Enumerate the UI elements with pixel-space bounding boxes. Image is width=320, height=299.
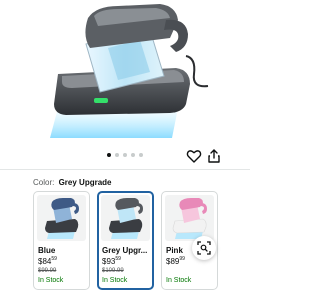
price-fraction: 59	[51, 256, 57, 262]
share-icon	[208, 149, 220, 163]
variant-availability: In Stock	[38, 277, 64, 284]
variant-thumbnail	[37, 195, 86, 241]
color-label-value: Grey Upgrade	[58, 178, 112, 187]
bed-vacuum-illustration	[50, 4, 209, 138]
visual-search-button[interactable]	[192, 236, 216, 260]
camera-search-icon	[197, 241, 211, 255]
variant-thumbnail-image	[172, 198, 207, 239]
price-fraction: 59	[115, 256, 121, 262]
variant-availability: In Stock	[166, 277, 192, 284]
price-whole: $89	[166, 257, 180, 266]
variant-list-price: $99.99	[38, 268, 57, 274]
variant-availability: In Stock	[102, 277, 128, 284]
heart-icon	[186, 150, 202, 163]
carousel-dot[interactable]	[115, 153, 119, 157]
price-whole: $93	[102, 257, 116, 266]
variant-list-price: $109.99	[102, 268, 124, 274]
variant-card-grey-upgrade[interactable]: Grey Upgr... $9359 $109.99 In Stock	[97, 191, 154, 290]
color-label-key: Color:	[33, 178, 55, 187]
carousel-dot[interactable]	[123, 153, 127, 157]
variant-thumbnail	[101, 195, 150, 241]
share-button[interactable]	[206, 148, 222, 164]
price-whole: $84	[38, 257, 52, 266]
variant-thumbnail-image	[45, 198, 79, 239]
variant-price: $9359	[102, 256, 121, 266]
color-selection-label: Color: Grey Upgrade	[33, 178, 111, 187]
product-image[interactable]	[0, 0, 250, 148]
section-divider	[0, 169, 250, 170]
carousel-dot-active[interactable]	[107, 153, 111, 157]
variant-price: $8999	[166, 256, 185, 266]
variant-name: Grey Upgr...	[102, 246, 148, 255]
variant-card-blue[interactable]: Blue $8459 $99.99 In Stock	[33, 191, 90, 290]
variant-name: Blue	[38, 246, 56, 255]
variant-thumbnail-image	[109, 198, 143, 239]
variant-thumbnail	[165, 195, 214, 241]
carousel-dot[interactable]	[139, 153, 143, 157]
carousel-dot[interactable]	[131, 153, 135, 157]
variant-price: $8459	[38, 256, 57, 266]
price-fraction: 99	[179, 256, 185, 262]
favorite-button[interactable]	[186, 148, 202, 164]
